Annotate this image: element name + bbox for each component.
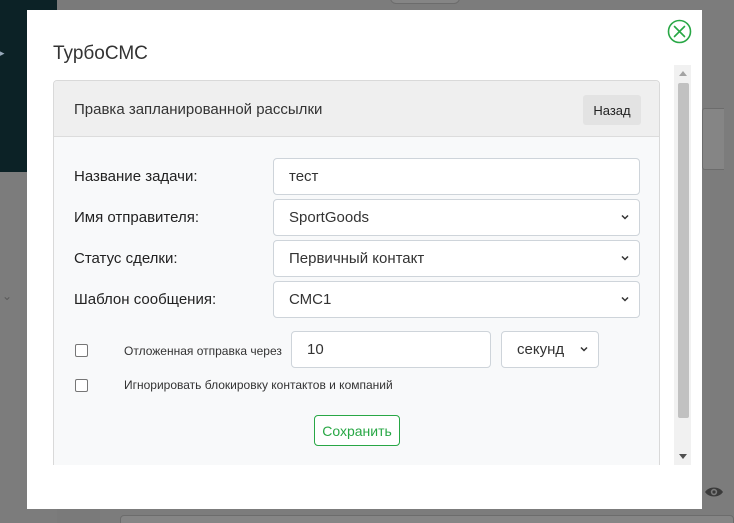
- deal-status-row: Статус сделки: Первичный контакт: [74, 240, 640, 277]
- scroll-thumb[interactable]: [678, 83, 689, 418]
- delayed-send-label: Отложенная отправка через: [124, 344, 282, 358]
- scroll-down-arrow-icon[interactable]: [679, 454, 687, 459]
- chevron-down-icon: [621, 255, 629, 261]
- scrollbar[interactable]: [674, 65, 691, 465]
- task-name-label: Название задачи:: [74, 168, 198, 185]
- message-template-value: СМС1: [289, 291, 332, 308]
- sender-name-row: Имя отправителя: SportGoods: [74, 199, 640, 236]
- message-template-row: Шаблон сообщения: СМС1: [74, 281, 640, 318]
- card-title: Правка запланированной рассылки: [74, 101, 323, 118]
- background-field: [702, 108, 724, 170]
- task-name-input[interactable]: тест: [273, 158, 640, 195]
- delay-amount-input[interactable]: 10: [291, 331, 491, 368]
- scroll-up-arrow-icon[interactable]: [679, 71, 687, 76]
- deal-status-label: Статус сделки:: [74, 250, 178, 267]
- save-button[interactable]: Сохранить: [314, 415, 400, 446]
- modal-title: ТурбоСМС: [53, 43, 148, 64]
- sender-name-label: Имя отправителя:: [74, 209, 200, 226]
- edit-card: Правка запланированной рассылки Назад На…: [53, 80, 660, 465]
- task-name-row: Название задачи: тест: [74, 158, 640, 195]
- delay-amount-value: 10: [307, 341, 324, 358]
- chevron-down-icon: [580, 346, 588, 352]
- sender-name-select[interactable]: SportGoods: [273, 199, 640, 236]
- delay-unit-select[interactable]: секунд: [501, 331, 599, 368]
- background-bottom-field: [120, 515, 734, 523]
- ignore-block-label: Игнорировать блокировку контактов и комп…: [124, 378, 393, 392]
- eye-icon: [705, 487, 723, 497]
- back-button[interactable]: Назад: [583, 95, 641, 125]
- modal-scroll-area: Правка запланированной рассылки Назад На…: [53, 80, 660, 465]
- chevron-down-icon: [621, 296, 629, 302]
- background-pill: [390, 0, 460, 4]
- deal-status-value: Первичный контакт: [289, 250, 425, 267]
- message-template-label: Шаблон сообщения:: [74, 291, 217, 308]
- chevron-down-icon: [621, 214, 629, 220]
- ignore-block-checkbox[interactable]: [75, 379, 88, 392]
- chevron-down-icon: ⌄: [2, 289, 13, 303]
- delayed-send-checkbox[interactable]: [75, 344, 88, 357]
- card-header: Правка запланированной рассылки Назад: [54, 81, 659, 137]
- message-template-select[interactable]: СМС1: [273, 281, 640, 318]
- sender-name-value: SportGoods: [289, 209, 370, 226]
- deal-status-select[interactable]: Первичный контакт: [273, 240, 640, 277]
- modal-dialog: ТурбоСМС Правка запланированной рассылки…: [27, 10, 702, 509]
- task-name-value: тест: [289, 168, 319, 185]
- delay-unit-value: секунд: [517, 341, 565, 358]
- close-icon[interactable]: [667, 19, 692, 44]
